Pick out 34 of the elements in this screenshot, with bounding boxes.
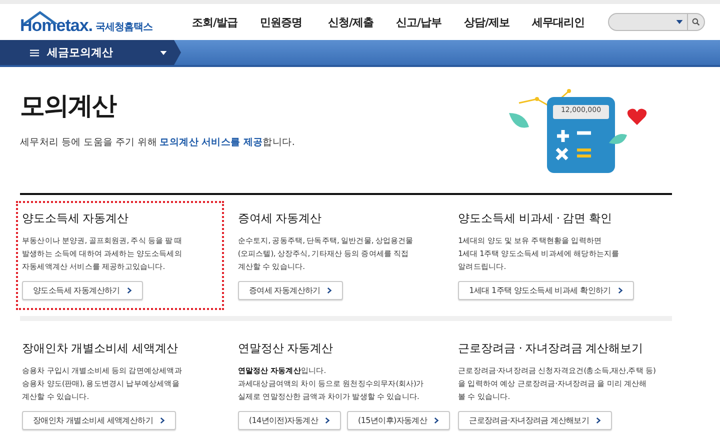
page-subtitle: 세무처리 등에 도움을 주기 위해 모의계산 서비스를 제공합니다. [20, 136, 295, 149]
calculate-button[interactable]: (15년이후)자동계산 [347, 411, 450, 430]
chevron-right-icon [434, 417, 440, 424]
caret-icon [160, 50, 167, 54]
nav-menu-item[interactable]: 상담/제보 [464, 14, 532, 30]
chevron-right-icon [327, 287, 332, 294]
search-field[interactable] [608, 13, 705, 31]
calculate-button[interactable]: 양도소득세 자동계산하기 [22, 281, 143, 300]
card-title: 근로장려금 · 자녀장려금 계산해보기 [458, 341, 644, 356]
chevron-right-icon [126, 287, 132, 294]
chevron-right-icon [160, 417, 165, 424]
card-title: 양도소득세 비과세 · 감면 확인 [458, 211, 613, 226]
page-title: 모의계산 [20, 90, 118, 122]
calculate-button[interactable]: 1세대 1주택 양도소득세 비과세 확인하기 [458, 281, 634, 300]
nav-menu-item[interactable]: 세무대리인 [532, 14, 600, 30]
calculate-button[interactable]: 장애인차 개별소비세 세액계산하기 [22, 411, 176, 430]
chevron-right-icon [596, 417, 602, 424]
hometax-logo[interactable]: Hometax. 국세청홈택스 [20, 9, 160, 35]
calculate-button[interactable]: (14년이전)자동계산 [238, 411, 341, 430]
card-title: 장애인차 개별소비세 세액계산 [22, 341, 179, 356]
chevron-right-icon [618, 287, 623, 294]
card-title: 증여세 자동계산 [238, 211, 323, 226]
calculate-button[interactable]: 근로장려금·자녀장려금 계산해보기 [458, 411, 612, 430]
menu-icon [30, 48, 39, 56]
card-title: 양도소득세 자동계산 [22, 211, 130, 226]
caret-icon[interactable] [676, 20, 683, 24]
breadcrumb-menu[interactable]: 세금모의계산 [0, 40, 181, 65]
nav-menu-item[interactable]: 조회/발급 [192, 14, 260, 30]
nav-menu-item[interactable]: 신청/제출 [328, 14, 396, 30]
chevron-right-icon [325, 417, 330, 424]
card-title: 연말정산 자동계산 [238, 341, 334, 356]
calculate-button[interactable]: 증여세 자동계산하기 [238, 281, 344, 300]
nav-menu-item[interactable]: 민원증명 [260, 14, 328, 30]
nav-menu-item[interactable]: 신고/납부 [396, 14, 464, 30]
